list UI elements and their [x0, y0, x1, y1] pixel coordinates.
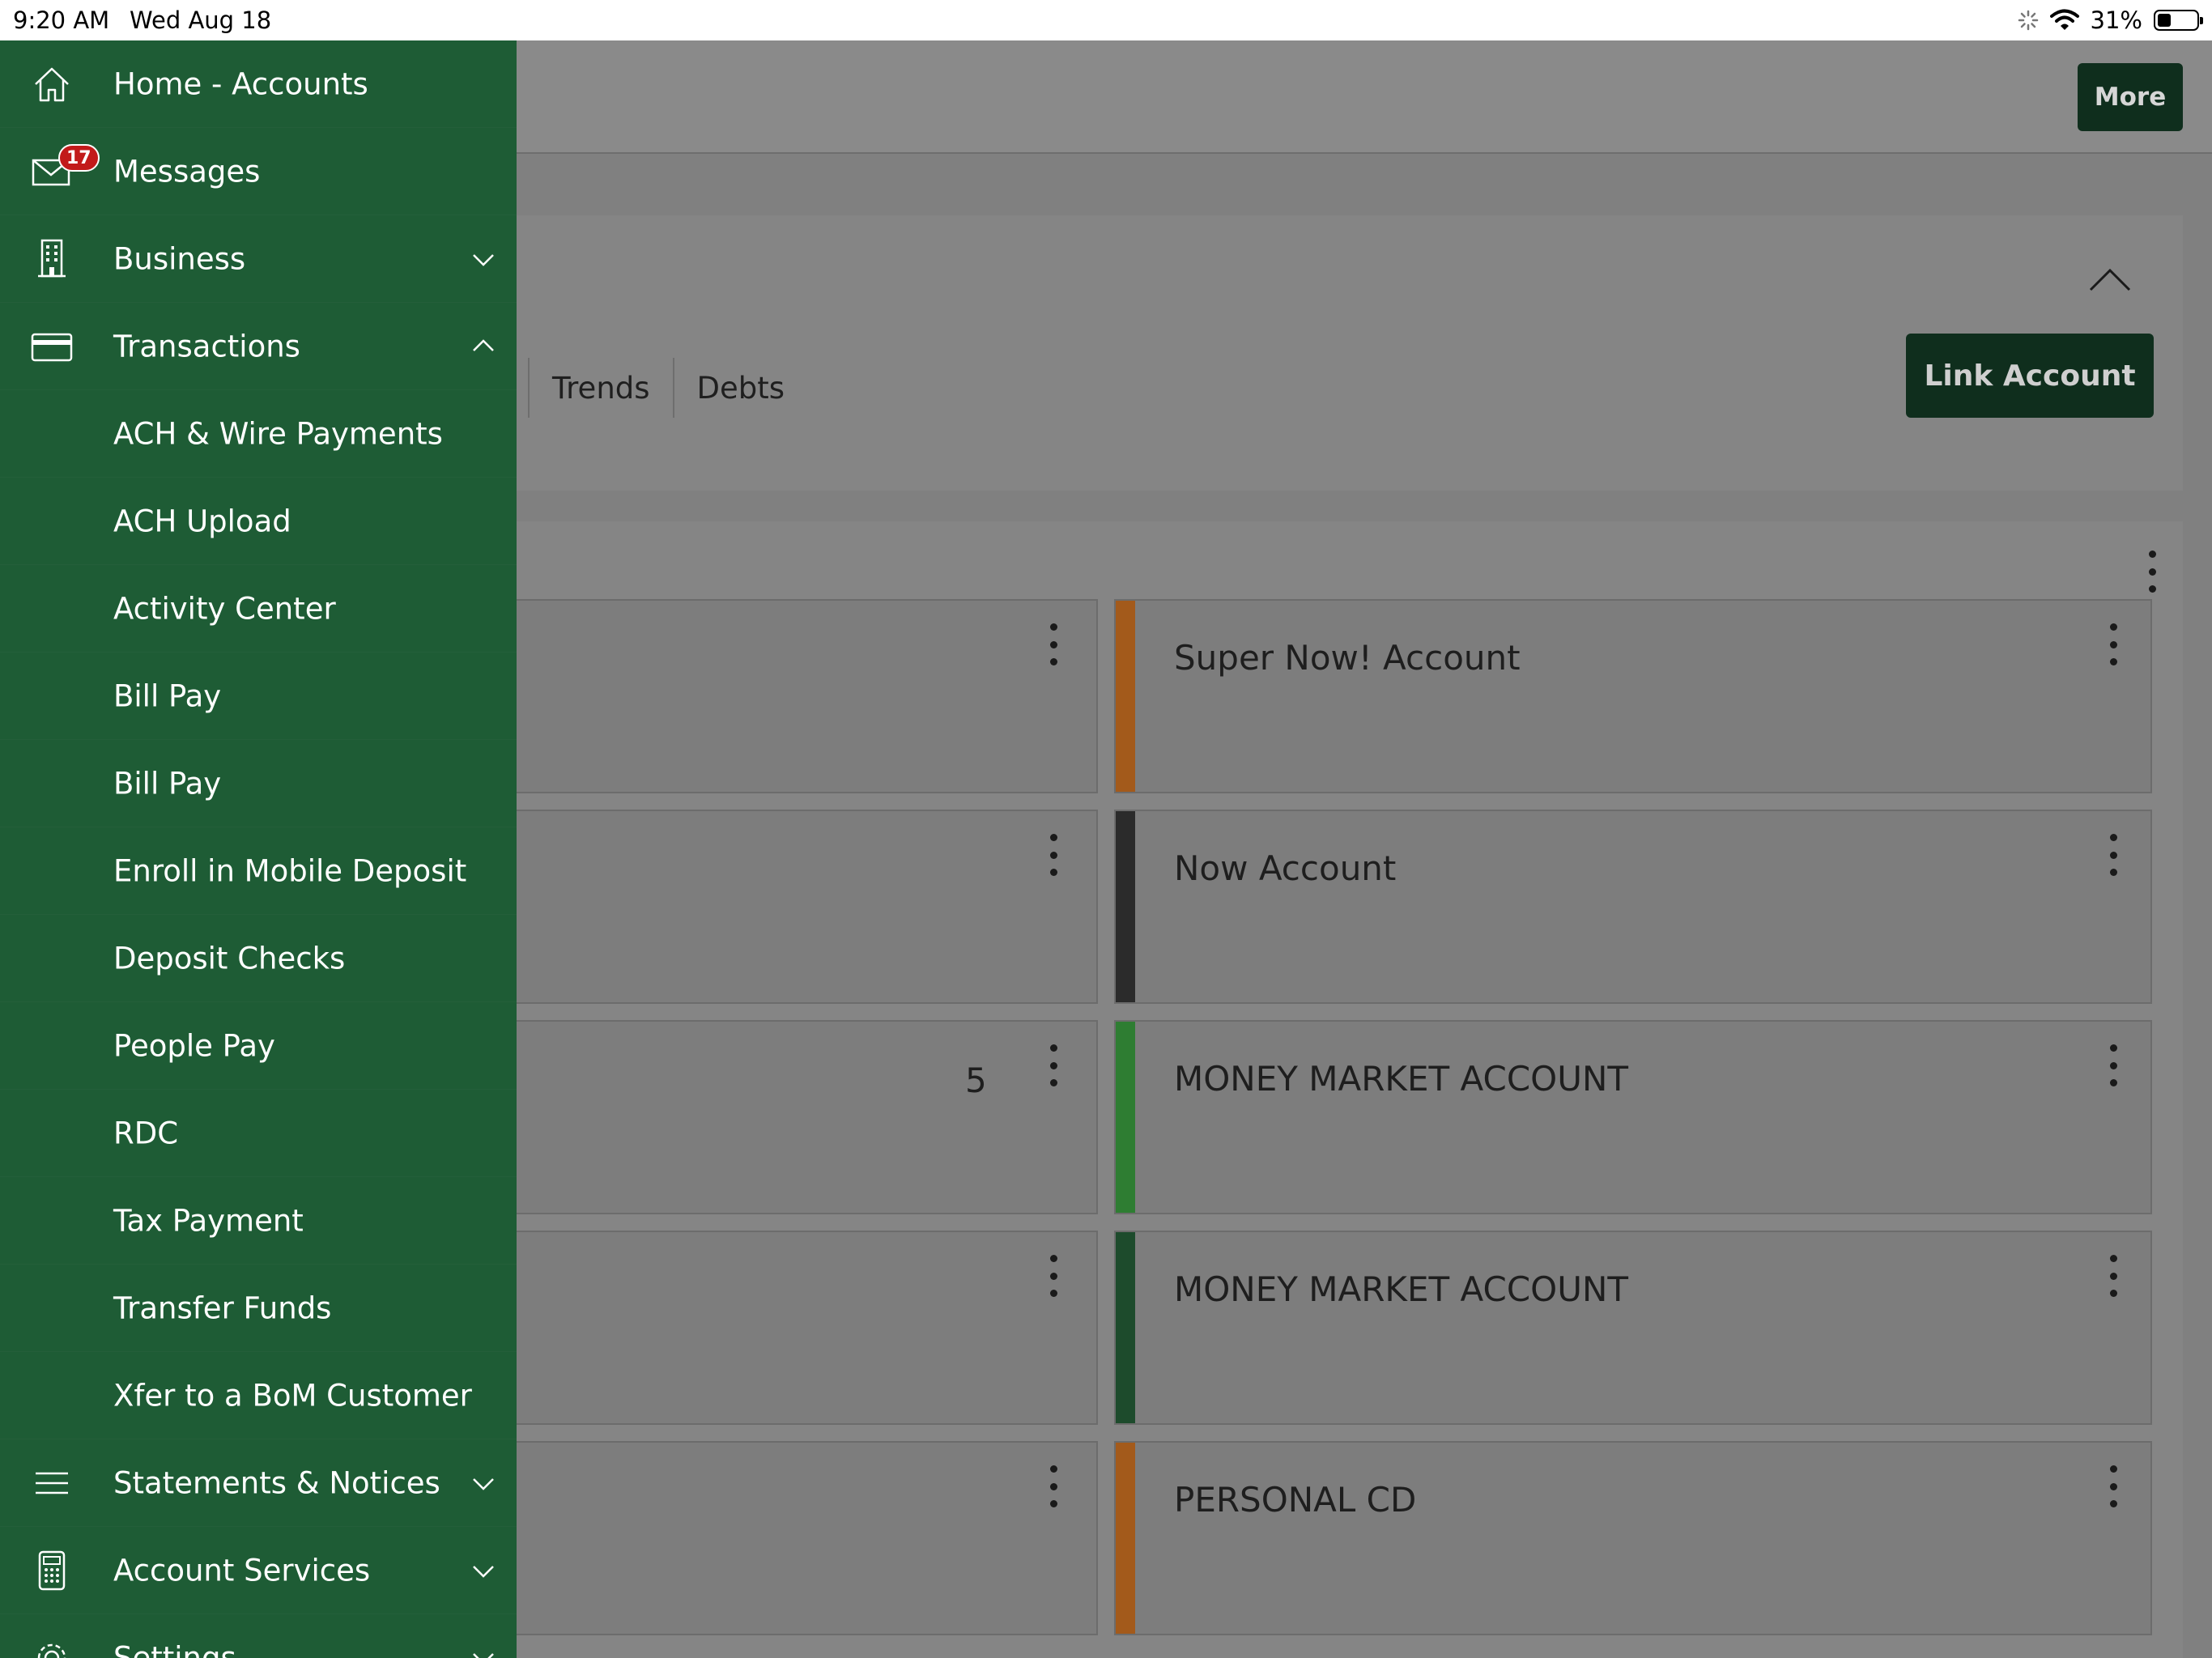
chevron-up-icon — [473, 338, 494, 351]
account-card-more-icon[interactable] — [1047, 834, 1060, 876]
account-card-more-icon[interactable] — [2107, 834, 2120, 876]
battery-icon — [2154, 10, 2203, 31]
submenu-item-label: ACH Upload — [113, 504, 291, 538]
status-bar: 9:20 AM Wed Aug 18 31% — [0, 0, 2212, 40]
account-card[interactable] — [453, 1231, 1098, 1425]
chevron-down-icon — [473, 253, 494, 266]
menu-item-transactions[interactable]: Transactions — [0, 303, 517, 390]
submenu-item-bill-pay[interactable]: Bill Pay — [0, 653, 517, 740]
account-card-personal-cd[interactable]: PERSONAL CD — [1114, 1441, 2152, 1635]
account-color-stripe — [1116, 601, 1135, 792]
status-time: 9:20 AM — [13, 6, 110, 34]
submenu-item-label: Enroll in Mobile Deposit — [113, 853, 467, 888]
account-card-more-icon[interactable] — [2107, 1255, 2120, 1297]
tab-debts[interactable]: Debts — [672, 358, 808, 418]
account-color-stripe — [1116, 1443, 1135, 1634]
chevron-down-icon — [473, 1565, 494, 1578]
status-date: Wed Aug 18 — [130, 6, 272, 34]
menu-item-business[interactable]: Business — [0, 215, 517, 303]
menu-item-label: Home - Accounts — [113, 66, 368, 101]
submenu-item-enroll-mobile-deposit[interactable]: Enroll in Mobile Deposit — [0, 827, 517, 915]
status-indicators: 31% — [2018, 6, 2203, 34]
submenu-item-label: ACH & Wire Payments — [113, 416, 443, 451]
account-name: MONEY MARKET ACCOUNT — [1174, 1269, 1629, 1309]
battery-percent: 31% — [2090, 6, 2142, 34]
submenu-item-activity-center[interactable]: Activity Center — [0, 565, 517, 653]
submenu-item-bill-pay-2[interactable]: Bill Pay — [0, 740, 517, 827]
account-card-more-icon[interactable] — [1047, 1465, 1060, 1507]
submenu-item-label: Xfer to a BoM Customer — [113, 1378, 472, 1413]
submenu-item-label: People Pay — [113, 1028, 275, 1063]
account-name: PERSONAL CD — [1174, 1480, 1417, 1520]
menu-item-settings[interactable]: Settings — [0, 1614, 517, 1658]
submenu-item-tax-payment[interactable]: Tax Payment — [0, 1177, 517, 1265]
side-menu-drawer: Home - Accounts 17 Messages Business Tra… — [0, 40, 517, 1658]
gear-icon — [37, 1643, 66, 1658]
menu-item-statements[interactable]: Statements & Notices — [0, 1439, 517, 1527]
account-card-more-icon[interactable] — [2107, 623, 2120, 665]
account-color-stripe — [1116, 1232, 1135, 1423]
messages-count-badge: 17 — [58, 144, 100, 172]
credit-card-icon — [31, 333, 73, 361]
account-color-stripe — [1116, 811, 1135, 1002]
chevron-down-icon — [473, 1477, 494, 1490]
building-icon — [38, 239, 66, 277]
menu-item-label: Statements & Notices — [113, 1465, 440, 1500]
submenu-item-label: Transfer Funds — [113, 1290, 332, 1325]
account-name: Super Now! Account — [1174, 638, 1521, 678]
submenu-item-people-pay[interactable]: People Pay — [0, 1002, 517, 1090]
collapse-chevron-up-icon[interactable] — [2086, 256, 2134, 304]
wifi-icon — [2049, 9, 2079, 30]
menu-item-account-services[interactable]: Account Services — [0, 1527, 517, 1614]
account-name: Now Account — [1174, 848, 1397, 888]
submenu-item-label: Bill Pay — [113, 678, 222, 713]
submenu-item-label: RDC — [113, 1116, 179, 1150]
menu-item-label: Business — [113, 241, 246, 276]
account-card-more-icon[interactable] — [2107, 1044, 2120, 1086]
menu-item-home[interactable]: Home - Accounts — [0, 40, 517, 128]
accounts-overview-panel: Trends Debts Link Account — [453, 215, 2183, 491]
submenu-item-xfer-bom-customer[interactable]: Xfer to a BoM Customer — [0, 1352, 517, 1439]
menu-item-messages[interactable]: 17 Messages — [0, 128, 517, 215]
account-name: MONEY MARKET ACCOUNT — [1174, 1059, 1629, 1099]
account-card-super-now[interactable]: Super Now! Account — [1114, 599, 2152, 793]
home-icon — [35, 67, 69, 101]
account-card[interactable] — [453, 599, 1098, 793]
account-card-now[interactable]: Now Account — [1114, 810, 2152, 1004]
account-card-more-icon[interactable] — [2107, 1465, 2120, 1507]
submenu-item-label: Tax Payment — [113, 1203, 304, 1238]
link-account-button[interactable]: Link Account — [1906, 334, 2154, 418]
account-card[interactable] — [453, 1441, 1098, 1635]
account-card-money-market[interactable]: MONEY MARKET ACCOUNT — [1114, 1231, 2152, 1425]
account-card-more-icon[interactable] — [1047, 1255, 1060, 1297]
account-card[interactable]: 5 — [453, 1020, 1098, 1214]
submenu-item-ach-wire[interactable]: ACH & Wire Payments — [0, 390, 517, 478]
calculator-icon — [38, 1550, 66, 1590]
menu-item-label: Transactions — [113, 329, 300, 363]
account-color-stripe — [1116, 1022, 1135, 1213]
tab-trends[interactable]: Trends — [528, 358, 673, 418]
accounts-panel-more-icon[interactable] — [2146, 551, 2159, 593]
overview-tabs: Trends Debts — [528, 358, 807, 418]
account-card[interactable] — [453, 810, 1098, 1004]
menu-item-label: Account Services — [113, 1553, 371, 1588]
submenu-item-ach-upload[interactable]: ACH Upload — [0, 478, 517, 565]
more-button[interactable]: More — [2078, 63, 2183, 131]
submenu-item-rdc[interactable]: RDC — [0, 1090, 517, 1177]
chevron-down-icon — [473, 1652, 494, 1658]
submenu-item-label: Deposit Checks — [113, 941, 346, 976]
account-card-more-icon[interactable] — [1047, 623, 1060, 665]
account-card-money-market[interactable]: MONEY MARKET ACCOUNT — [1114, 1020, 2152, 1214]
submenu-item-transfer-funds[interactable]: Transfer Funds — [0, 1265, 517, 1352]
list-icon — [36, 1472, 68, 1494]
submenu-item-deposit-checks[interactable]: Deposit Checks — [0, 915, 517, 1002]
menu-item-label: Messages — [113, 154, 261, 189]
submenu-item-label: Bill Pay — [113, 766, 222, 801]
submenu-item-label: Activity Center — [113, 591, 336, 626]
activity-spinner-icon — [2018, 10, 2038, 31]
menu-item-label: Settings — [113, 1640, 236, 1658]
account-card-more-icon[interactable] — [1047, 1044, 1060, 1086]
account-card-fragment: 5 — [965, 1061, 987, 1100]
